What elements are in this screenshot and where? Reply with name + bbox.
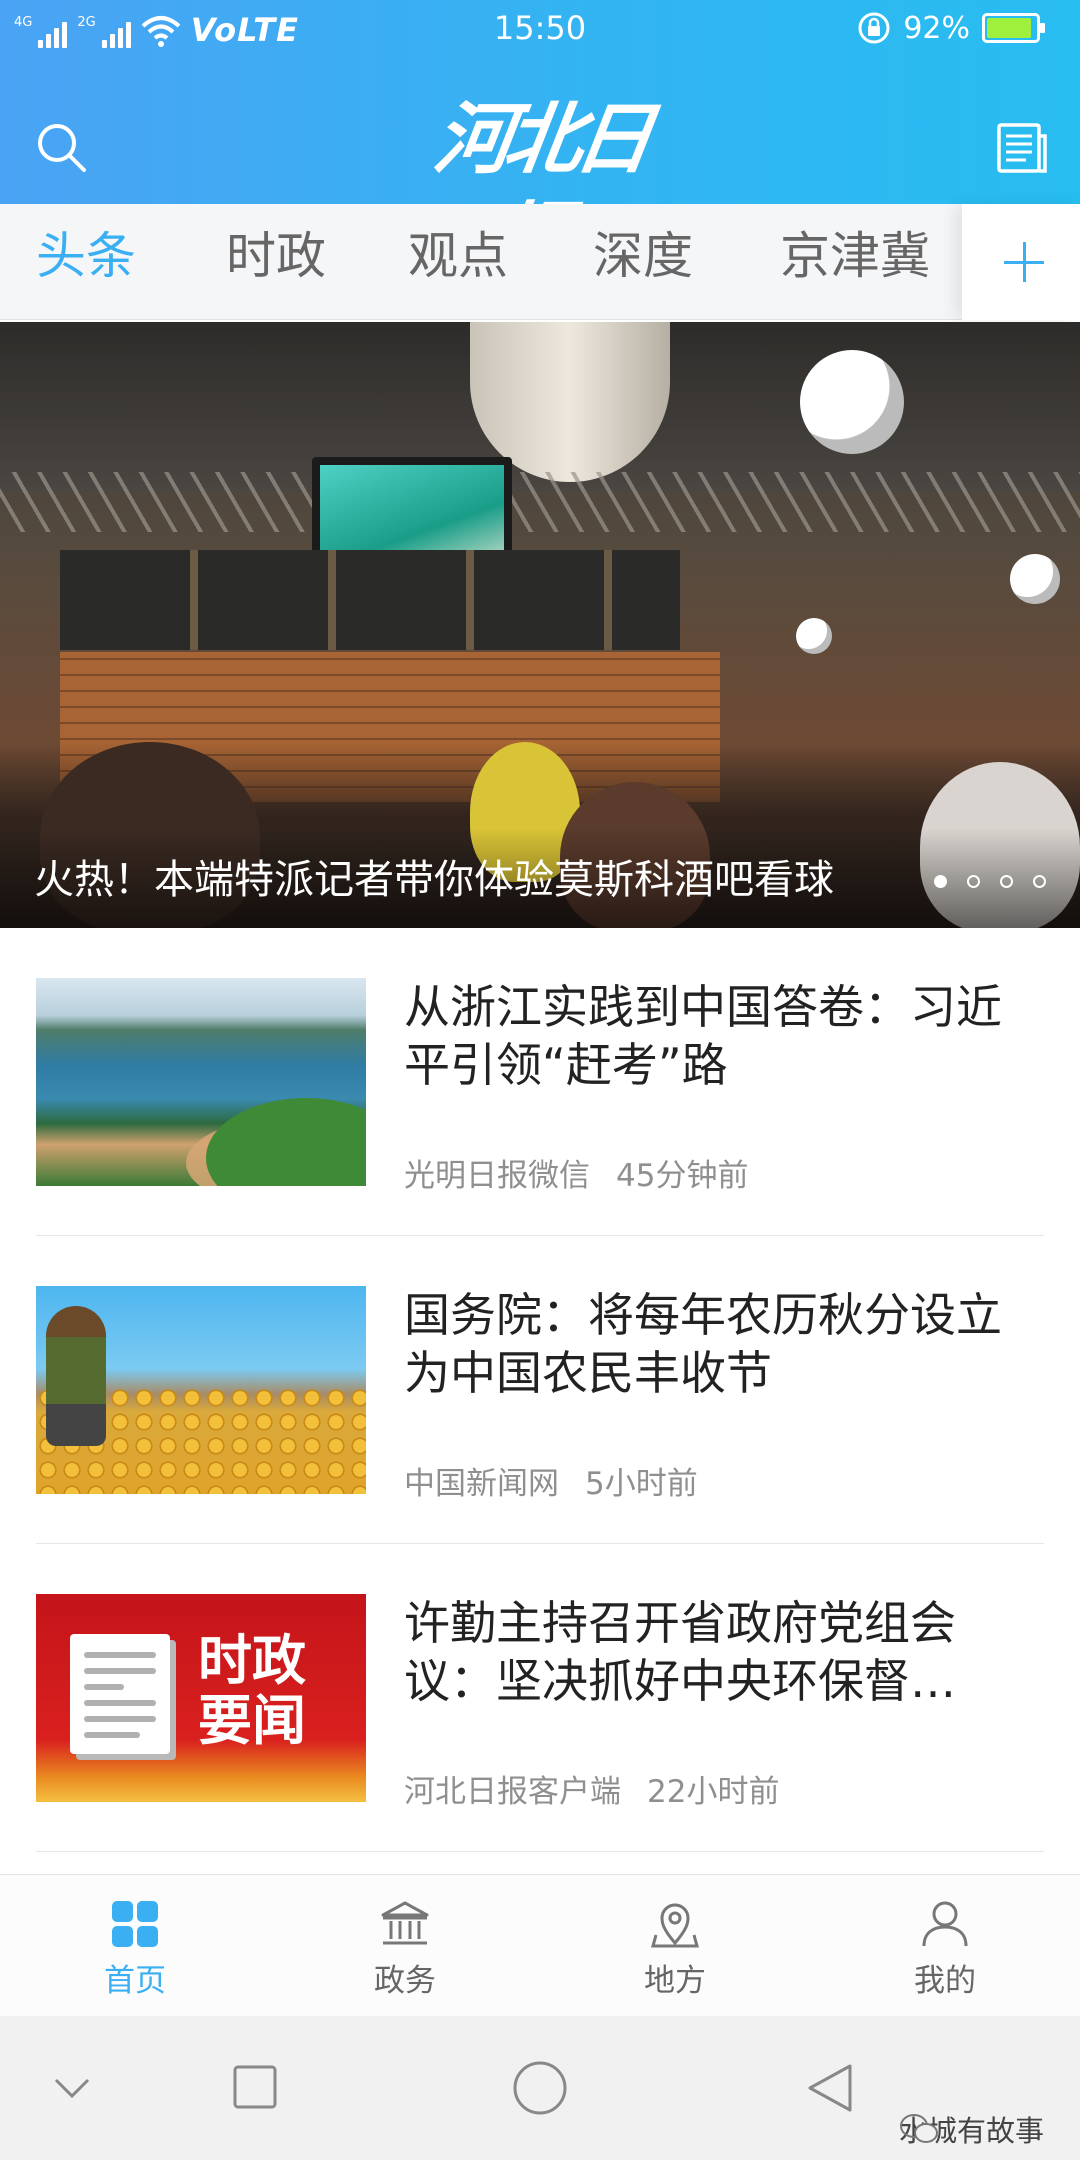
system-navigation-bar: 水城有故事 [0, 2016, 1080, 2160]
news-source: 中国新闻网 [404, 1466, 559, 1502]
government-building-icon [381, 1901, 429, 1945]
status-bar: 4G 2G VoLTE 15:50 92% [0, 0, 1080, 56]
news-thumbnail [36, 978, 366, 1186]
document-icon [70, 1634, 170, 1754]
app-bar: 河北日报 [0, 70, 1080, 285]
home-circle-icon[interactable] [512, 2060, 568, 2116]
nav-local[interactable]: 地方 [540, 1875, 810, 2017]
recents-square-icon[interactable] [232, 2064, 278, 2110]
back-triangle-icon[interactable] [806, 2062, 854, 2114]
battery-percent: 92% [903, 10, 970, 46]
home-grid-icon [112, 1901, 158, 1947]
carousel-indicator [934, 875, 1046, 888]
news-time: 5小时前 [585, 1466, 698, 1502]
news-item[interactable]: 时政要闻 许勤主持召开省政府党组会议：坚决抓好中央环保督… 河北日报客户端 22小… [36, 1544, 1044, 1852]
carousel-dot[interactable] [934, 875, 947, 888]
nav-home-label: 首页 [104, 1963, 166, 1999]
news-meta: 河北日报客户端 22小时前 [404, 1766, 779, 1811]
banner-caption: 火热！本端特派记者带你体验莫斯科酒吧看球 [34, 857, 834, 903]
banner-carousel[interactable]: 火热！本端特派记者带你体验莫斯科酒吧看球 [0, 322, 1080, 928]
plus-icon [1004, 242, 1044, 282]
nav-home[interactable]: 首页 [0, 1875, 270, 2017]
tab-headlines[interactable]: 头条 [36, 204, 136, 320]
banner-image-truss [0, 472, 1080, 532]
banner-image-football [796, 618, 832, 654]
search-icon[interactable] [34, 120, 88, 174]
nav-local-label: 地方 [644, 1963, 706, 1999]
nav-profile[interactable]: 我的 [810, 1875, 1080, 2017]
channel-tabs: 头条 时政 观点 深度 京津冀 [0, 204, 1080, 320]
location-pin-icon [651, 1903, 699, 1948]
newspaper-icon[interactable] [996, 122, 1048, 174]
battery-charging-icon [982, 13, 1045, 43]
tab-opinion[interactable]: 观点 [408, 204, 508, 320]
news-thumbnail [36, 1286, 366, 1494]
carousel-dot[interactable] [1033, 875, 1046, 888]
nav-government[interactable]: 政务 [270, 1875, 540, 2017]
tab-in-depth[interactable]: 深度 [593, 204, 693, 320]
news-title: 从浙江实践到中国答卷：习近平引领“赶考”路 [404, 980, 1002, 1092]
news-title: 国务院：将每年农历秋分设立为中国农民丰收节 [404, 1288, 1002, 1400]
carousel-dot[interactable] [967, 875, 980, 888]
news-title: 许勤主持召开省政府党组会议：坚决抓好中央环保督… [404, 1596, 956, 1708]
news-thumbnail: 时政要闻 [36, 1594, 366, 1802]
tab-politics[interactable]: 时政 [226, 204, 326, 320]
nav-profile-label: 我的 [914, 1963, 976, 1999]
add-channel-button[interactable] [962, 204, 1080, 320]
news-source: 光明日报微信 [404, 1158, 590, 1194]
news-meta: 光明日报微信 45分钟前 [404, 1150, 748, 1195]
banner-image-football [1010, 554, 1060, 604]
app-header: 4G 2G VoLTE 15:50 92% 河北日报 [0, 0, 1080, 285]
banner-image-menu-boards [60, 550, 680, 650]
news-item[interactable]: 从浙江实践到中国答卷：习近平引领“赶考”路 光明日报微信 45分钟前 [36, 928, 1044, 1236]
news-source: 河北日报客户端 [404, 1774, 621, 1810]
banner-image-football [800, 350, 904, 454]
carousel-dot[interactable] [1000, 875, 1013, 888]
tab-jingjinji[interactable]: 京津冀 [780, 204, 930, 320]
watermark: 水城有故事 [899, 2108, 1044, 2150]
news-item[interactable]: 国务院：将每年农历秋分设立为中国农民丰收节 中国新闻网 5小时前 [36, 1236, 1044, 1544]
wechat-icon [899, 2114, 938, 2143]
nav-government-label: 政务 [374, 1963, 436, 1999]
news-time: 45分钟前 [616, 1158, 749, 1194]
profile-icon [922, 1901, 968, 1947]
news-time: 22小时前 [647, 1774, 780, 1810]
chevron-down-icon[interactable] [52, 2076, 92, 2100]
thumbnail-text: 时政要闻 [198, 1628, 306, 1752]
status-right: 92% [857, 8, 1045, 48]
rotation-lock-icon [858, 12, 890, 44]
bottom-navigation: 首页 政务 地方 我的 [0, 1874, 1080, 2016]
brand-logo: 河北日报 [428, 94, 652, 285]
news-meta: 中国新闻网 5小时前 [404, 1458, 698, 1503]
